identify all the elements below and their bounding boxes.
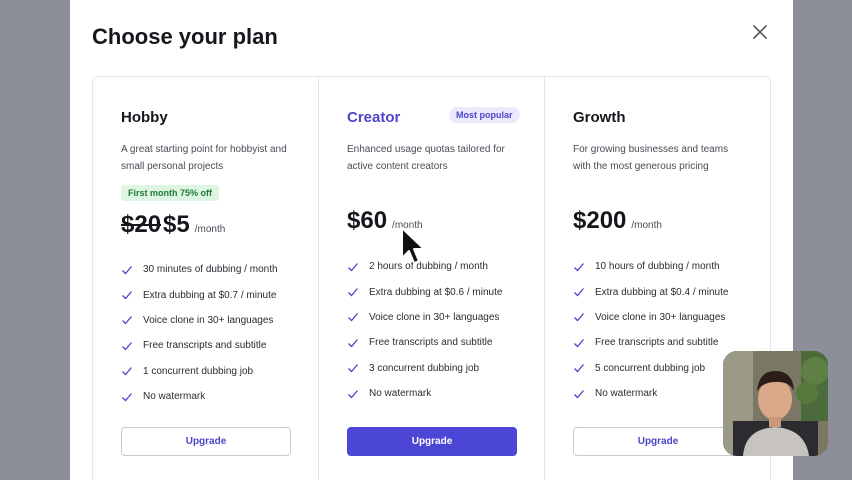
plan-card-hobby: Hobby A great starting point for hobbyis… <box>93 77 319 480</box>
feature-text: Free transcripts and subtitle <box>369 337 493 349</box>
feature-text: No watermark <box>143 391 206 403</box>
feature-item: 3 concurrent dubbing job <box>347 356 502 381</box>
feature-text: No watermark <box>595 388 658 400</box>
close-icon <box>753 25 767 39</box>
check-icon <box>121 365 133 377</box>
mouse-cursor-icon <box>401 227 425 264</box>
check-icon <box>347 261 359 273</box>
feature-item: 10 hours of dubbing / month <box>573 254 728 279</box>
check-icon <box>121 264 133 276</box>
check-icon <box>573 362 585 374</box>
plan-description: For growing businesses and teams with th… <box>573 144 729 172</box>
feature-text: Extra dubbing at $0.4 / minute <box>595 286 729 298</box>
feature-text: Voice clone in 30+ languages <box>595 311 726 323</box>
feature-item: 5 concurrent dubbing job <box>573 356 728 381</box>
feature-text: 30 minutes of dubbing / month <box>143 264 278 276</box>
plan-description: Enhanced usage quotas tailored for activ… <box>347 144 505 172</box>
feature-item: Free transcripts and subtitle <box>347 330 502 355</box>
presenter-video-icon <box>723 351 828 456</box>
price-current: $200 <box>573 207 627 234</box>
feature-text: No watermark <box>369 388 432 400</box>
feature-item: 30 minutes of dubbing / month <box>121 257 278 282</box>
feature-list: 30 minutes of dubbing / month Extra dubb… <box>121 257 278 409</box>
price-old: $20 <box>121 211 162 238</box>
plans-grid: Hobby A great starting point for hobbyis… <box>92 76 771 480</box>
feature-text: 3 concurrent dubbing job <box>369 362 480 374</box>
feature-text: Voice clone in 30+ languages <box>369 311 500 323</box>
feature-text: 5 concurrent dubbing job <box>595 362 706 374</box>
price-unit: /month <box>194 224 226 235</box>
webcam-overlay <box>723 351 828 456</box>
check-icon <box>121 340 133 352</box>
price-current: $60 <box>347 207 388 234</box>
feature-item: Extra dubbing at $0.7 / minute <box>121 282 278 307</box>
plan-name: Growth <box>573 109 626 126</box>
plan-name: Hobby <box>121 109 168 126</box>
feature-item: 1 concurrent dubbing job <box>121 359 278 384</box>
feature-text: 10 hours of dubbing / month <box>595 261 720 273</box>
modal-title: Choose your plan <box>92 24 278 49</box>
feature-text: Extra dubbing at $0.6 / minute <box>369 286 503 298</box>
modal-backdrop-left <box>0 0 70 480</box>
check-icon <box>573 286 585 298</box>
feature-text: Free transcripts and subtitle <box>143 340 267 352</box>
upgrade-button-growth[interactable]: Upgrade <box>573 427 743 456</box>
plan-modal: Choose your plan Hobby A great starting … <box>70 0 793 480</box>
plan-name: Creator <box>347 109 401 126</box>
check-icon <box>573 261 585 273</box>
close-button[interactable] <box>750 22 770 42</box>
check-icon <box>121 391 133 403</box>
feature-item: Free transcripts and subtitle <box>121 333 278 358</box>
upgrade-button-creator[interactable]: Upgrade <box>347 427 517 456</box>
feature-text: 2 hours of dubbing / month <box>369 261 488 273</box>
check-icon <box>347 286 359 298</box>
feature-item: Extra dubbing at $0.6 / minute <box>347 279 502 304</box>
price-unit: /month <box>631 220 662 231</box>
upgrade-button-hobby[interactable]: Upgrade <box>121 427 291 456</box>
feature-text: Voice clone in 30+ languages <box>143 314 274 326</box>
feature-item: Extra dubbing at $0.4 / minute <box>573 279 728 304</box>
feature-text: 1 concurrent dubbing job <box>143 365 254 377</box>
feature-list: 2 hours of dubbing / month Extra dubbing… <box>347 254 502 406</box>
check-icon <box>347 337 359 349</box>
price-current: $5 <box>163 211 190 238</box>
feature-item: Voice clone in 30+ languages <box>121 308 278 333</box>
check-icon <box>347 311 359 323</box>
feature-item: Voice clone in 30+ languages <box>573 305 728 330</box>
plan-price: $20 $5 /month <box>121 211 225 239</box>
feature-list: 10 hours of dubbing / month Extra dubbin… <box>573 254 728 406</box>
plan-card-creator: Creator Most popular Enhanced usage quot… <box>319 77 545 480</box>
check-icon <box>121 289 133 301</box>
check-icon <box>347 388 359 400</box>
check-icon <box>121 314 133 326</box>
feature-item: No watermark <box>347 381 502 406</box>
check-icon <box>573 311 585 323</box>
feature-text: Free transcripts and subtitle <box>595 337 719 349</box>
plan-price: $200 /month <box>573 207 662 235</box>
feature-text: Extra dubbing at $0.7 / minute <box>143 289 277 301</box>
check-icon <box>573 337 585 349</box>
promo-badge: First month 75% off <box>121 185 220 201</box>
most-popular-badge: Most popular <box>449 107 520 123</box>
plan-description: A great starting point for hobbyist and … <box>121 144 287 172</box>
feature-item: No watermark <box>573 381 728 406</box>
check-icon <box>573 388 585 400</box>
check-icon <box>347 362 359 374</box>
feature-item: Voice clone in 30+ languages <box>347 305 502 330</box>
feature-item: No watermark <box>121 384 278 409</box>
feature-item: Free transcripts and subtitle <box>573 330 728 355</box>
